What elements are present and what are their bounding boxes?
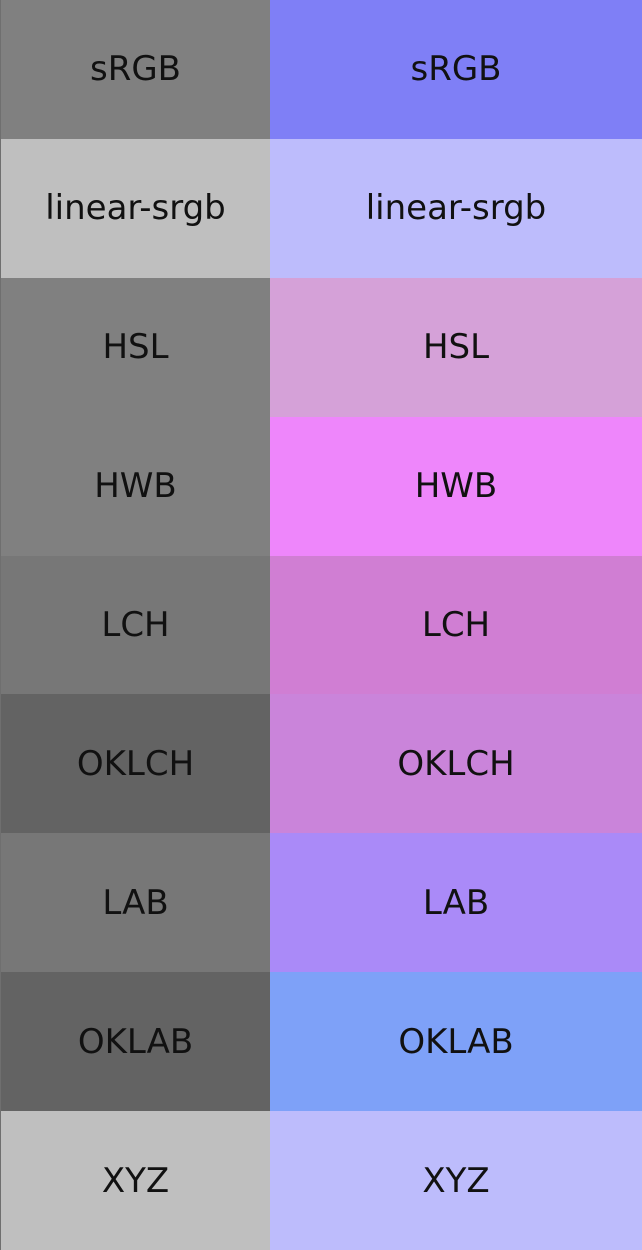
- swatch-lab-gray: LAB: [0, 833, 270, 973]
- swatch-hwb-color: HWB: [270, 416, 642, 556]
- swatch-linear-srgb-gray: linear-srgb: [0, 138, 270, 278]
- swatch-xyz-gray: XYZ: [0, 1111, 270, 1250]
- swatch-oklch-color: OKLCH: [270, 694, 642, 834]
- swatch-hsl-gray: HSL: [0, 277, 270, 417]
- swatch-oklch-gray: OKLCH: [0, 694, 270, 834]
- swatch-lch-color: LCH: [270, 555, 642, 695]
- swatch-oklab-gray: OKLAB: [0, 972, 270, 1112]
- color-space-grid: sRGB sRGB linear-srgb linear-srgb HSL HS…: [0, 0, 642, 1250]
- swatch-hsl-color: HSL: [270, 277, 642, 417]
- swatch-lab-color: LAB: [270, 833, 642, 973]
- swatch-xyz-color: XYZ: [270, 1111, 642, 1250]
- swatch-srgb-gray: sRGB: [0, 0, 270, 139]
- swatch-srgb-color: sRGB: [270, 0, 642, 139]
- swatch-hwb-gray: HWB: [0, 416, 270, 556]
- swatch-oklab-color: OKLAB: [270, 972, 642, 1112]
- swatch-linear-srgb-color: linear-srgb: [270, 138, 642, 278]
- swatch-lch-gray: LCH: [0, 555, 270, 695]
